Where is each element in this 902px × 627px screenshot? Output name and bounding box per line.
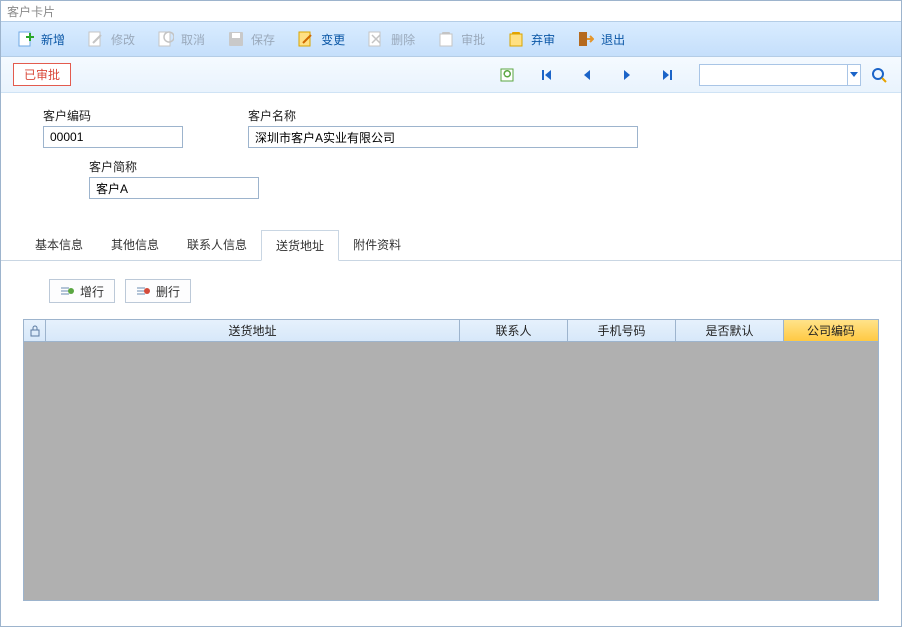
- grid-col-address[interactable]: 送货地址: [46, 320, 460, 341]
- shipping-grid: 送货地址 联系人 手机号码 是否默认 公司编码: [23, 319, 879, 601]
- row-actions: 增行 删行: [49, 279, 881, 303]
- change-icon: [297, 30, 315, 48]
- toolbar-label: 退出: [601, 31, 625, 48]
- main-toolbar: 新增 修改 取消 保存 变更: [1, 21, 901, 57]
- window-title: 客户卡片: [1, 1, 901, 21]
- nav-prev-icon[interactable]: [579, 67, 595, 83]
- grid-col-default[interactable]: 是否默认: [676, 320, 784, 341]
- exit-button[interactable]: 退出: [569, 26, 633, 52]
- tab-other[interactable]: 其他信息: [97, 230, 173, 261]
- reject-icon: [507, 30, 525, 48]
- shipping-tab-body: 增行 删行 送货地址 联系人 手机号码 是否默认 公司编码: [1, 261, 901, 615]
- customer-code-input[interactable]: [43, 126, 183, 148]
- edit-icon: [87, 30, 105, 48]
- grid-col-phone[interactable]: 手机号码: [568, 320, 676, 341]
- delete-button[interactable]: 删除: [359, 26, 423, 52]
- row-button-label: 删行: [156, 283, 180, 300]
- delete-icon: [367, 30, 385, 48]
- lock-icon: [30, 325, 40, 337]
- toolbar-label: 变更: [321, 31, 345, 48]
- approve-icon: [437, 30, 455, 48]
- add-icon: [17, 30, 35, 48]
- reject-button[interactable]: 弃审: [499, 26, 563, 52]
- toolbar-label: 删除: [391, 31, 415, 48]
- customer-name-input[interactable]: [248, 126, 638, 148]
- add-row-button[interactable]: 增行: [49, 279, 115, 303]
- approve-button[interactable]: 审批: [429, 26, 493, 52]
- search-box: [699, 64, 861, 86]
- grid-header: 送货地址 联系人 手机号码 是否默认 公司编码: [24, 320, 878, 342]
- tab-basic[interactable]: 基本信息: [21, 230, 97, 261]
- toolbar-label: 审批: [461, 31, 485, 48]
- change-button[interactable]: 变更: [289, 26, 353, 52]
- nav-last-icon[interactable]: [659, 67, 675, 83]
- nav-next-icon[interactable]: [619, 67, 635, 83]
- customer-name-field: 客户名称: [248, 107, 676, 148]
- toolbar-label: 新增: [41, 31, 65, 48]
- form-area: 客户编码 客户名称 客户简称: [1, 93, 901, 215]
- save-button[interactable]: 保存: [219, 26, 283, 52]
- add-button[interactable]: 新增: [9, 26, 73, 52]
- record-navigator: [499, 67, 675, 83]
- grid-col-lock[interactable]: [24, 320, 46, 341]
- toolbar-label: 取消: [181, 31, 205, 48]
- customer-code-field: 客户编码: [43, 107, 248, 148]
- add-row-icon: [60, 284, 74, 298]
- customer-name-label: 客户名称: [248, 107, 676, 124]
- exit-icon: [577, 30, 595, 48]
- customer-short-label: 客户简称: [89, 158, 269, 175]
- tabs: 基本信息 其他信息 联系人信息 送货地址 附件资料: [1, 229, 901, 261]
- refresh-icon[interactable]: [499, 67, 515, 83]
- del-row-button[interactable]: 删行: [125, 279, 191, 303]
- tab-shipping[interactable]: 送货地址: [261, 230, 339, 261]
- toolbar-label: 保存: [251, 31, 275, 48]
- nav-first-icon[interactable]: [539, 67, 555, 83]
- search-icon[interactable]: [871, 67, 889, 83]
- tab-contacts[interactable]: 联系人信息: [173, 230, 261, 261]
- grid-body[interactable]: [24, 342, 878, 600]
- grid-col-company[interactable]: 公司编码: [784, 320, 878, 341]
- grid-col-contact[interactable]: 联系人: [460, 320, 568, 341]
- customer-short-field: 客户简称: [89, 158, 269, 199]
- edit-button[interactable]: 修改: [79, 26, 143, 52]
- toolbar-label: 修改: [111, 31, 135, 48]
- customer-code-label: 客户编码: [43, 107, 248, 124]
- save-icon: [227, 30, 245, 48]
- sub-toolbar: 已审批: [1, 57, 901, 93]
- customer-short-input[interactable]: [89, 177, 259, 199]
- status-badge: 已审批: [13, 63, 71, 86]
- toolbar-label: 弃审: [531, 31, 555, 48]
- search-input[interactable]: [699, 64, 847, 86]
- window: 客户卡片 新增 修改 取消 保存: [0, 0, 902, 627]
- cancel-button[interactable]: 取消: [149, 26, 213, 52]
- del-row-icon: [136, 284, 150, 298]
- row-button-label: 增行: [80, 283, 104, 300]
- search-dropdown-button[interactable]: [847, 64, 861, 86]
- cancel-icon: [157, 30, 175, 48]
- tab-attachments[interactable]: 附件资料: [339, 230, 415, 261]
